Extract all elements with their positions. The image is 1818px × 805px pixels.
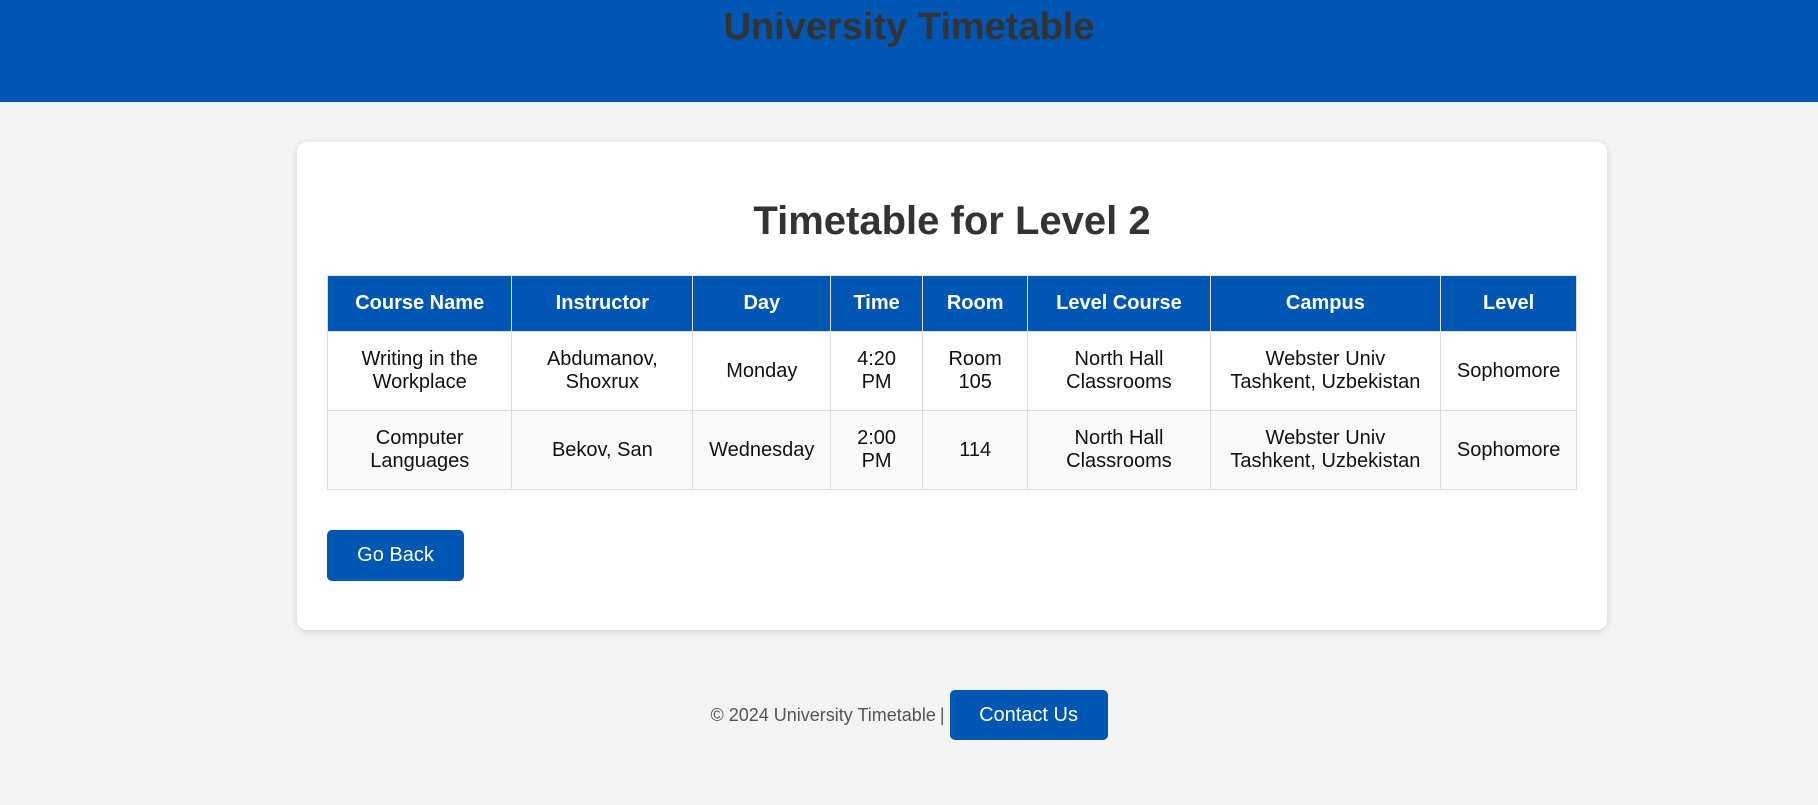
table-row: Computer Languages Bekov, San Wednesday … [326,410,1577,490]
page-footer: © 2024 University Timetable | Contact Us [0,690,1818,740]
level-cell: Sophomore [1440,410,1577,490]
table-row: Writing in the Workplace Abdumanov, Shox… [326,331,1577,411]
day-cell: Wednesday [692,410,832,490]
copyright-text: © 2024 University Timetable [710,704,936,725]
course-name-cell: Writing in the Workplace [326,331,513,411]
level-cell: Sophomore [1440,331,1577,411]
time-cell: 4:20 PM [830,331,923,411]
timetable-card: Timetable for Level 2 Course Name Instru… [297,142,1607,630]
room-cell: 114 [921,410,1029,490]
column-header: Course Name [326,275,513,332]
page-header: University Timetable [0,0,1818,102]
column-header: Day [692,275,832,332]
page-title: Timetable for Level 2 [753,199,1151,243]
contact-us-button[interactable]: Contact Us [949,690,1108,740]
instructor-cell: Abdumanov, Shoxrux [511,331,694,411]
footer-separator: | [939,704,945,725]
table-header-row: Course Name Instructor Day Time Room Lev… [326,275,1577,332]
column-header: Level [1440,275,1577,332]
level-course-cell: North Hall Classrooms [1027,410,1211,490]
timetable-table: Course Name Instructor Day Time Room Lev… [326,275,1577,490]
site-title: University Timetable [723,6,1095,48]
level-course-cell: North Hall Classrooms [1027,331,1211,411]
day-cell: Monday [692,331,832,411]
campus-cell: Webster Univ Tashkent, Uzbekistan [1209,410,1442,490]
instructor-cell: Bekov, San [511,410,694,490]
column-header: Instructor [511,275,694,332]
column-header: Time [830,275,923,332]
go-back-button[interactable]: Go Back [327,530,464,581]
column-header: Level Course [1027,275,1211,332]
course-name-cell: Computer Languages [326,410,513,490]
time-cell: 2:00 PM [830,410,923,490]
room-cell: Room 105 [921,331,1029,411]
column-header: Campus [1209,275,1442,332]
column-header: Room [921,275,1029,332]
campus-cell: Webster Univ Tashkent, Uzbekistan [1209,331,1442,411]
